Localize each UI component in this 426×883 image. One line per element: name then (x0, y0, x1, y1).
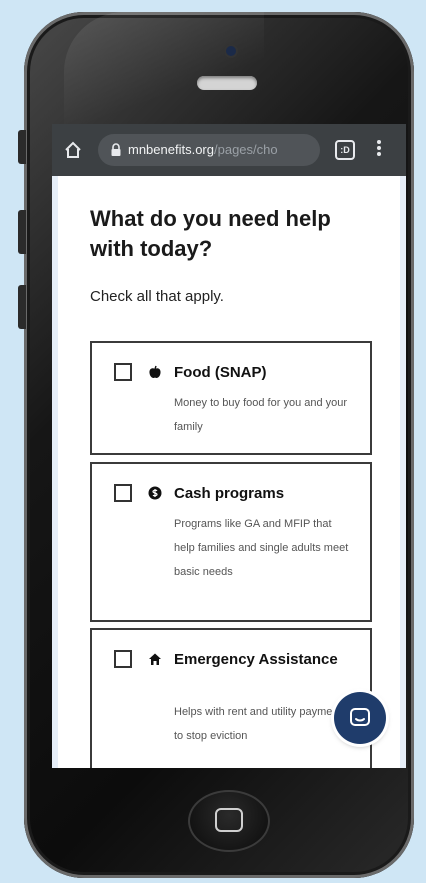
checkbox-food-snap[interactable] (114, 363, 132, 381)
home-button-icon (215, 808, 243, 832)
chat-icon (350, 708, 370, 726)
page-title: What do you need help with today? (90, 206, 331, 261)
apple-icon (149, 365, 161, 378)
option-title: Cash programs (174, 485, 285, 502)
option-emergency-assistance[interactable]: Emergency Assistance Helps with rent and… (90, 628, 372, 768)
url-text: mnbenefits.org/pages/cho (128, 142, 314, 157)
url-domain: mnbenefits.org (128, 142, 214, 157)
checkbox-cash-programs[interactable] (114, 484, 132, 502)
kebab-menu-icon[interactable] (374, 140, 384, 160)
volume-down-button (18, 285, 26, 329)
url-path: /pages/cho (214, 142, 278, 157)
address-bar[interactable]: mnbenefits.org/pages/cho (98, 134, 320, 166)
option-description: Programs like GA and MFIP that help fami… (174, 518, 349, 578)
earpiece-speaker (197, 76, 257, 90)
tabs-icon[interactable]: :D (335, 140, 355, 160)
phone-screen: mnbenefits.org/pages/cho :D What do you … (52, 124, 406, 768)
house-icon (149, 653, 161, 665)
home-icon[interactable] (64, 141, 82, 159)
stage: mnbenefits.org/pages/cho :D What do you … (0, 0, 426, 883)
option-food-snap[interactable]: Food (SNAP) Money to buy food for you an… (90, 341, 372, 455)
browser-toolbar: mnbenefits.org/pages/cho :D (52, 124, 406, 176)
option-description: Helps with rent and utility payments to … (174, 706, 348, 742)
chat-button[interactable] (334, 692, 386, 744)
lock-icon (111, 143, 121, 156)
page-content: What do you need help with today? Check … (52, 176, 406, 768)
option-cash-programs[interactable]: Cash programs Programs like GA and MFIP … (90, 462, 372, 622)
checkbox-emergency-assistance[interactable] (114, 650, 132, 668)
option-description: Money to buy food for you and your famil… (174, 397, 348, 433)
coin-icon (148, 486, 162, 500)
page-hint: Check all that apply. (90, 288, 224, 305)
option-title: Food (SNAP) (174, 364, 267, 381)
mute-switch (18, 130, 26, 164)
front-camera (226, 46, 236, 56)
volume-up-button (18, 210, 26, 254)
option-title: Emergency Assistance (174, 651, 338, 668)
